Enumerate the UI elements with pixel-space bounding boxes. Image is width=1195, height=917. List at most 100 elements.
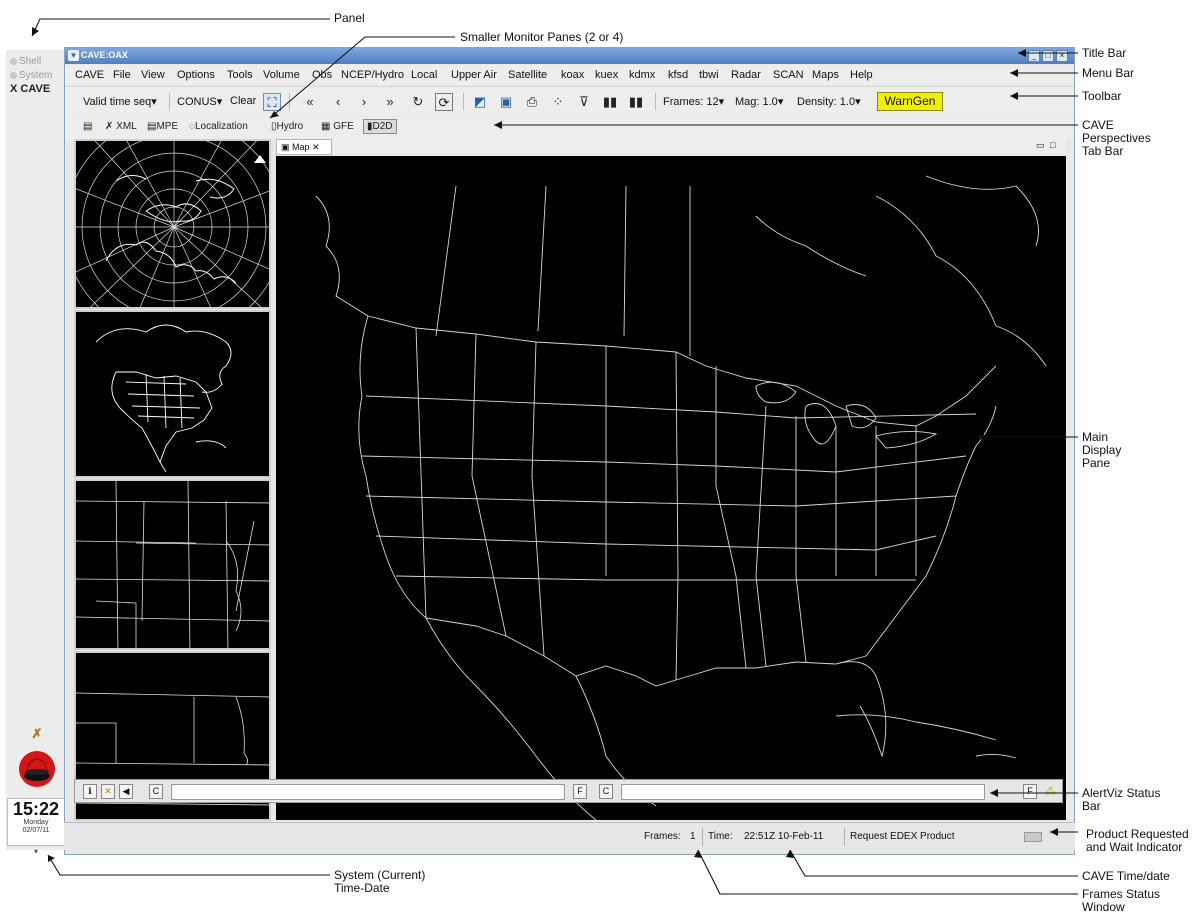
panel-item-label: CAVE: [20, 83, 51, 95]
redhat-logo-icon[interactable]: [18, 750, 56, 788]
menu-obs[interactable]: Obs: [312, 69, 332, 81]
tab-label: MPE: [156, 121, 179, 132]
density-dropdown[interactable]: Density: 1.0▾: [797, 95, 861, 108]
next-frame-icon[interactable]: ›: [355, 93, 373, 111]
menu-ncep-hydro[interactable]: NCEP/Hydro: [341, 69, 404, 81]
image-properties-icon[interactable]: ◩: [471, 93, 489, 111]
callout-smaller-panes: Smaller Monitor Panes (2 or 4): [460, 30, 624, 44]
display-properties-icon[interactable]: ▣: [497, 93, 515, 111]
status-separator: [702, 828, 703, 846]
close-button[interactable]: ×: [1056, 50, 1068, 62]
map-tab[interactable]: ▣ Map ✕: [276, 139, 332, 155]
warngen-button[interactable]: WarnGen: [877, 92, 943, 111]
tab-label: Localization: [194, 121, 248, 132]
minimize-view-icon[interactable]: ▭: [1036, 140, 1045, 151]
close-icon[interactable]: ✕: [310, 142, 320, 152]
menu-view[interactable]: View: [141, 69, 165, 81]
tab-d2d[interactable]: ▮D2D: [363, 119, 397, 134]
alertviz-f-button-2[interactable]: F: [1023, 784, 1037, 799]
tab-localization[interactable]: ◌Localization: [189, 121, 248, 132]
dropdown-label: Mag: 1.0: [735, 96, 778, 108]
status-bar: Frames: 1 Time: 22:51Z 10-Feb-11 Request…: [64, 822, 1075, 850]
monitor-pane-north-america[interactable]: [74, 310, 271, 478]
callout-toolbar: Toolbar: [1082, 89, 1122, 103]
alertviz-message-field-2[interactable]: [621, 784, 985, 800]
conus-map: [315, 175, 1047, 820]
frames-value: 1: [690, 831, 696, 842]
title-bar[interactable]: ▼ CAVE:OAX _ □ ×: [65, 48, 1074, 64]
panel-item-shell[interactable]: Shell: [10, 56, 41, 67]
main-display-pane[interactable]: [276, 156, 1066, 820]
alertviz-f-button[interactable]: F: [573, 784, 587, 799]
print-icon[interactable]: ⎙: [523, 93, 541, 111]
clear-button[interactable]: Clear: [230, 95, 256, 107]
alertviz-sound-icon[interactable]: ◀: [119, 784, 133, 799]
last-frame-icon[interactable]: »: [381, 93, 399, 111]
maximize-button[interactable]: □: [1042, 50, 1054, 62]
menu-upper-air[interactable]: Upper Air: [451, 69, 497, 81]
panel-layout-2-icon[interactable]: ▮▮: [627, 93, 645, 111]
desktop-panel: Shell System X CAVE ✗: [6, 50, 66, 850]
minimize-button[interactable]: _: [1028, 50, 1040, 62]
loop-icon[interactable]: ↻: [409, 93, 427, 111]
menu-koax[interactable]: koax: [561, 69, 584, 81]
tab-gfe[interactable]: ▦ GFE: [321, 121, 354, 132]
tab-mpe[interactable]: ▤MPE: [147, 121, 178, 132]
callout-perspectives: CAVE Perspectives Tab Bar: [1082, 118, 1151, 158]
valid-time-seq-dropdown[interactable]: Valid time seq▾: [83, 95, 157, 108]
gfe-icon: ▦: [321, 121, 334, 132]
panel-layout-icon[interactable]: ▮▮: [601, 93, 619, 111]
tab-xml[interactable]: ✗ XML: [105, 121, 137, 132]
system-icon: [10, 71, 17, 79]
menu-local[interactable]: Local: [411, 69, 437, 81]
menu-kfsd[interactable]: kfsd: [668, 69, 688, 81]
alertviz-clear-button-2[interactable]: C: [599, 784, 613, 799]
perspectives-tab-bar: ▤ ✗ XML ▤MPE ◌Localization ▯Hydro ▦ GFE …: [65, 117, 1074, 139]
menu-tools[interactable]: Tools: [227, 69, 253, 81]
time-value: 22:51Z 10-Feb-11: [744, 831, 824, 842]
alertviz-tools-icon[interactable]: ✕: [101, 784, 115, 799]
clock-date: 02/07/11: [22, 827, 50, 834]
clock-arrow-icon[interactable]: ▾: [34, 847, 38, 856]
chevron-down-icon: ▾: [151, 96, 157, 108]
time-label: Time:: [708, 831, 733, 842]
sample-icon[interactable]: ⁘: [549, 93, 567, 111]
menu-scan[interactable]: SCAN: [773, 69, 804, 81]
frames-dropdown[interactable]: Frames: 12▾: [663, 95, 724, 108]
cursor-icon[interactable]: ⊽: [575, 93, 593, 111]
alertviz-message-field-1[interactable]: [171, 784, 565, 800]
panel-item-cave[interactable]: X CAVE: [10, 83, 50, 95]
menu-kdmx[interactable]: kdmx: [629, 69, 655, 81]
tab-label: XML: [116, 121, 137, 132]
toolbar-separator: [289, 93, 290, 111]
first-frame-icon[interactable]: «: [301, 93, 319, 111]
menu-cave[interactable]: CAVE: [75, 69, 104, 81]
callout-alertviz: AlertViz Status Bar: [1082, 786, 1161, 813]
menu-kuex[interactable]: kuex: [595, 69, 618, 81]
system-clock[interactable]: 15:22 Monday 02/07/11: [7, 798, 65, 846]
menu-volume[interactable]: Volume: [263, 69, 300, 81]
chevron-down-icon: ▾: [777, 96, 784, 108]
menu-help[interactable]: Help: [850, 69, 873, 81]
mag-dropdown[interactable]: Mag: 1.0▾: [735, 95, 783, 108]
alertviz-clear-button[interactable]: C: [149, 784, 163, 799]
prev-frame-icon[interactable]: ‹: [329, 93, 347, 111]
open-perspective-icon[interactable]: ▤: [83, 121, 92, 132]
monitor-pane-polar[interactable]: [74, 139, 271, 309]
alertviz-info-icon[interactable]: ℹ: [83, 784, 97, 799]
refresh-icon[interactable]: ⟳: [435, 93, 453, 111]
menu-tbwi[interactable]: tbwi: [699, 69, 719, 81]
menu-file[interactable]: File: [113, 69, 131, 81]
menu-maps[interactable]: Maps: [812, 69, 839, 81]
zoom-icon[interactable]: ⛶: [263, 93, 281, 111]
monitor-pane-central-states[interactable]: [74, 479, 271, 650]
tab-hydro[interactable]: ▯Hydro: [271, 121, 303, 132]
maximize-view-icon[interactable]: □: [1050, 140, 1055, 150]
menu-satellite[interactable]: Satellite: [508, 69, 547, 81]
menu-radar[interactable]: Radar: [731, 69, 761, 81]
tools-icon[interactable]: ✗: [29, 726, 45, 742]
panel-item-system[interactable]: System: [10, 70, 52, 81]
conus-dropdown[interactable]: CONUS▾: [177, 95, 222, 108]
request-edex-status: Request EDEX Product: [850, 831, 955, 842]
menu-options[interactable]: Options: [177, 69, 215, 81]
